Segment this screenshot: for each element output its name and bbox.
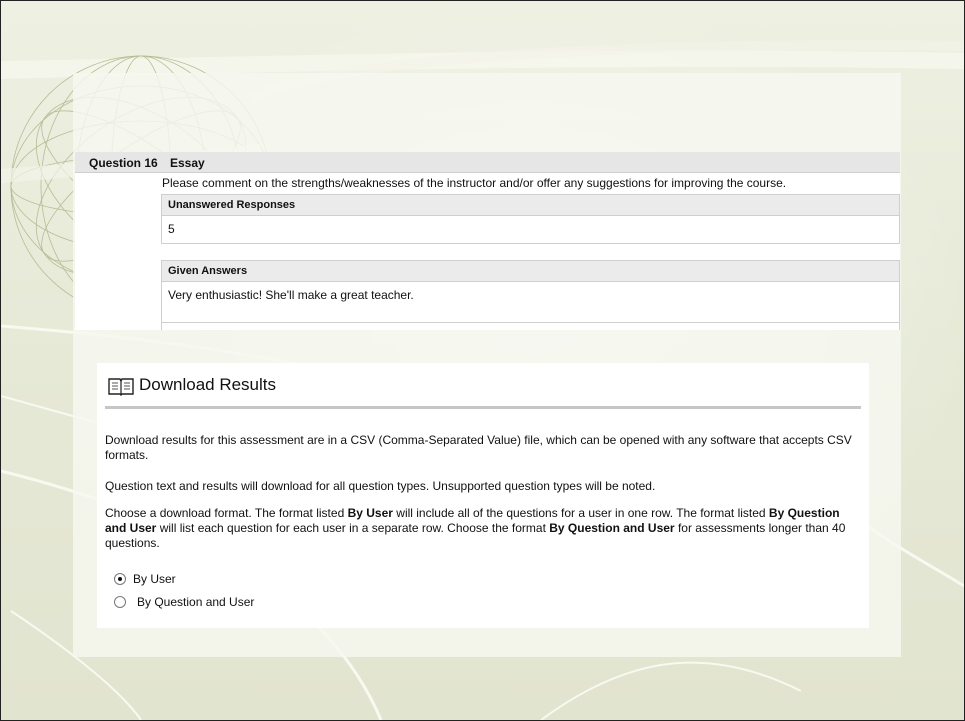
- title-divider: [105, 406, 861, 409]
- question-types-note: Question text and results will download …: [105, 479, 656, 493]
- format-name-bold: By Question and User: [549, 521, 675, 535]
- question-type: Essay: [170, 156, 205, 170]
- given-answers-header: Given Answers: [162, 261, 899, 282]
- radio-selected-dot: [118, 577, 122, 581]
- unanswered-responses-box: Unanswered Responses 5: [161, 194, 900, 244]
- essay-question-card: Question 16 Essay Please comment on the …: [75, 152, 900, 330]
- question-header: Question 16 Essay: [75, 152, 900, 173]
- by-question-and-user-radio[interactable]: [114, 596, 126, 608]
- unanswered-count: 5: [168, 222, 175, 236]
- by-question-and-user-label[interactable]: By Question and User: [137, 595, 254, 609]
- format-text: will list each question for each user in…: [156, 521, 550, 535]
- question-text: Please comment on the strengths/weakness…: [162, 176, 787, 190]
- download-results-panel: Download Results Download results for th…: [97, 363, 869, 628]
- format-text: will include all of the questions for a …: [392, 506, 769, 520]
- format-instructions: Choose a download format. The format lis…: [105, 506, 857, 551]
- question-number: Question 16: [89, 156, 158, 170]
- book-icon: [108, 378, 134, 396]
- format-text: Choose a download format. The format lis…: [105, 506, 348, 520]
- by-user-radio[interactable]: [114, 573, 126, 585]
- unanswered-header: Unanswered Responses: [162, 195, 899, 216]
- answer-item: Very enthusiastic! She'll make a great t…: [162, 282, 899, 323]
- download-results-title: Download Results: [139, 375, 277, 394]
- by-user-label[interactable]: By User: [133, 572, 176, 586]
- slide-background: Question 16 Essay Please comment on the …: [0, 0, 965, 721]
- given-answers-box: Given Answers Very enthusiastic! She'll …: [161, 260, 900, 330]
- format-name-bold: By User: [347, 506, 393, 520]
- csv-description: Download results for this assessment are…: [105, 433, 852, 462]
